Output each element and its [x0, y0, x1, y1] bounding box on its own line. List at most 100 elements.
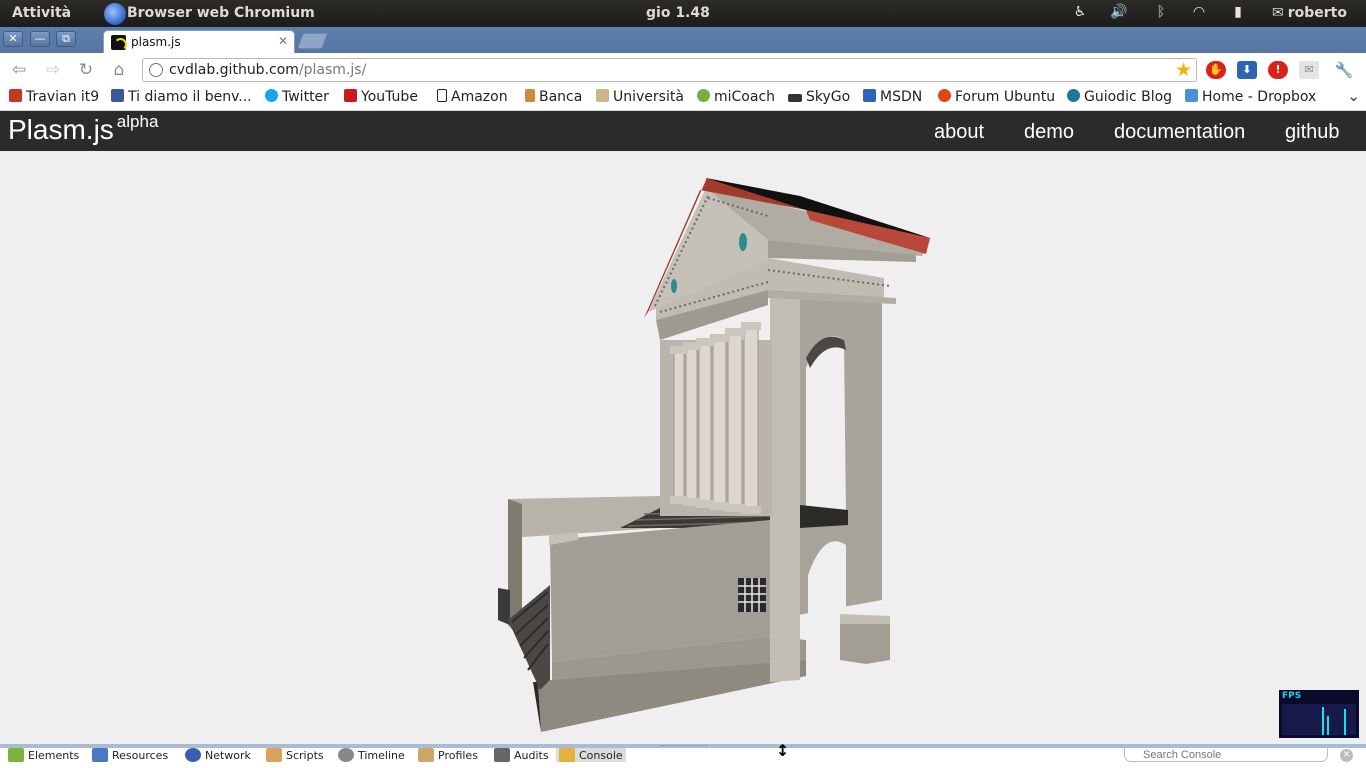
tab-console[interactable]: Console [556, 748, 626, 762]
bookmark-label: Forum Ubuntu [955, 89, 1056, 105]
bookmark-star-icon[interactable]: ★ [1175, 59, 1192, 81]
temple-model [498, 178, 930, 732]
bookmark-youtube[interactable]: YouTube [344, 89, 418, 105]
tab-label: Elements [28, 749, 80, 762]
ubuntu-icon [938, 89, 951, 102]
app-menu[interactable]: Browser web Chromium [127, 5, 315, 21]
scripts-icon [266, 748, 282, 762]
address-bar[interactable]: cvdlab.github.com/plasm.js/ ★ [142, 58, 1197, 82]
bookmarks-overflow-chevron-icon[interactable]: ⌄ [1347, 87, 1360, 105]
tab-label: Console [579, 749, 623, 762]
bookmark-label: Home - Dropbox [1202, 89, 1317, 105]
bookmark-label: Twitter [282, 89, 329, 105]
tab-label: Network [205, 749, 251, 762]
grate-window [738, 578, 766, 612]
bookmark-forum-ubuntu[interactable]: Forum Ubuntu [938, 89, 1055, 105]
devtools-close-icon[interactable]: ✕ [1340, 749, 1353, 762]
chromium-icon [104, 3, 126, 25]
webgl-viewport[interactable] [0, 151, 1366, 744]
devtools-resize-grip[interactable] [660, 745, 708, 747]
url-host: cvdlab.github.com [169, 62, 299, 78]
window-maximize-button[interactable]: ⧉ [56, 31, 76, 47]
nav-demo[interactable]: demo [1024, 121, 1074, 144]
resources-icon [92, 748, 108, 762]
sky-icon [788, 94, 802, 102]
new-tab-button[interactable] [297, 33, 328, 49]
tab-network[interactable]: Network [185, 748, 251, 762]
download-icon[interactable]: ⬇ [1237, 61, 1257, 79]
bluetooth-icon[interactable]: ᛒ [1151, 4, 1171, 24]
user-menu[interactable]: ✉ roberto [1272, 5, 1347, 21]
console-icon [559, 748, 575, 762]
wifi-icon[interactable]: ◠ [1189, 4, 1209, 24]
accessibility-icon[interactable]: ♿ [1070, 4, 1090, 24]
desktop: Attività Browser web Chromium gio 1.48 ♿… [0, 0, 1366, 768]
bookmark-dropbox[interactable]: Home - Dropbox [1185, 89, 1316, 105]
tab-label: Timeline [358, 749, 405, 762]
home-button[interactable]: ⌂ [108, 60, 130, 80]
bookmark-facebook[interactable]: Ti diamo il benv... [111, 89, 252, 105]
window-close-button[interactable]: ✕ [3, 31, 23, 47]
battery-icon[interactable]: ▮ [1228, 4, 1248, 24]
alert-icon[interactable]: ! [1268, 61, 1288, 79]
brand-badge: alpha [116, 112, 159, 131]
bookmark-banca[interactable]: Banca [525, 89, 582, 105]
folder-icon [596, 89, 609, 102]
bookmark-guiodic-blog[interactable]: Guiodic Blog [1067, 89, 1172, 105]
bookmark-twitter[interactable]: Twitter [265, 89, 329, 105]
site-header: Plasm.js alpha about demo documentation g… [0, 111, 1366, 151]
reload-button[interactable]: ↻ [75, 60, 97, 80]
nav-about[interactable]: about [934, 121, 984, 144]
bookmark-micoach[interactable]: miCoach [697, 89, 775, 105]
bookmark-amazon[interactable]: Amazon [437, 89, 508, 105]
tab-scripts[interactable]: Scripts [266, 748, 324, 762]
network-icon [185, 748, 201, 762]
adblock-icon[interactable]: ✋ [1206, 61, 1226, 79]
clock[interactable]: gio 1.48 [646, 5, 710, 21]
forward-button[interactable]: ⇨ [42, 60, 64, 80]
nav-github[interactable]: github [1285, 121, 1340, 144]
bookmarks-bar: Travian it9 Ti diamo il benv... Twitter … [0, 86, 1366, 111]
top-panel: Attività Browser web Chromium gio 1.48 ♿… [0, 0, 1366, 27]
window-minimize-button[interactable]: — [30, 31, 50, 47]
devtools-panel: ↕ Elements Resources Network Scripts Tim… [0, 741, 1366, 768]
fps-bar [1322, 707, 1324, 735]
bookmark-skygo[interactable]: SkyGo [788, 89, 850, 105]
tab-elements[interactable]: Elements [8, 748, 79, 762]
plasmjs-favicon-icon [111, 35, 127, 51]
volume-icon[interactable]: 🔊 [1109, 4, 1129, 24]
tab-timeline[interactable]: Timeline [338, 748, 405, 762]
tab-profiles[interactable]: Profiles [418, 748, 478, 762]
tab-strip: ✕ — ⧉ plasm.js ✕ [0, 27, 1366, 53]
banca-icon [525, 89, 535, 102]
console-search-input[interactable] [1124, 748, 1328, 762]
tab-close-icon[interactable]: ✕ [278, 34, 288, 48]
bookmark-label: Ti diamo il benv... [128, 89, 252, 105]
left-wall-top [508, 496, 660, 538]
bookmark-label: Università [613, 89, 684, 105]
toolbar: ⇦ ⇨ ↻ ⌂ cvdlab.github.com/plasm.js/ ★ ✋ … [0, 53, 1366, 86]
bookmark-label: MSDN [880, 89, 923, 105]
bookmark-label: Amazon [451, 89, 508, 105]
bookmark-msdn[interactable]: MSDN [863, 89, 922, 105]
gmail-icon[interactable]: ✉ [1299, 61, 1319, 79]
activities-button[interactable]: Attività [12, 5, 71, 21]
tab-plasmjs[interactable]: plasm.js ✕ [103, 30, 295, 53]
tab-label: Profiles [438, 749, 478, 762]
mail-icon: ✉ [1272, 5, 1284, 21]
tab-audits[interactable]: Audits [494, 748, 549, 762]
bookmark-label: Guiodic Blog [1084, 89, 1173, 105]
nav-documentation[interactable]: documentation [1114, 121, 1245, 144]
back-button[interactable]: ⇦ [8, 60, 30, 80]
brand-name: Plasm.js [8, 114, 114, 145]
wrench-icon[interactable]: 🔧 [1334, 61, 1354, 79]
brand-logo[interactable]: Plasm.js alpha [8, 112, 158, 146]
tab-title: plasm.js [131, 35, 181, 49]
url-text[interactable]: cvdlab.github.com/plasm.js/ [169, 62, 366, 78]
micoach-icon [697, 89, 710, 102]
bookmark-folder-universita[interactable]: Università [596, 89, 684, 105]
bookmark-label: miCoach [714, 89, 776, 105]
tab-resources[interactable]: Resources [92, 748, 168, 762]
bookmark-travian[interactable]: Travian it9 [9, 89, 99, 105]
tab-label: Audits [514, 749, 549, 762]
